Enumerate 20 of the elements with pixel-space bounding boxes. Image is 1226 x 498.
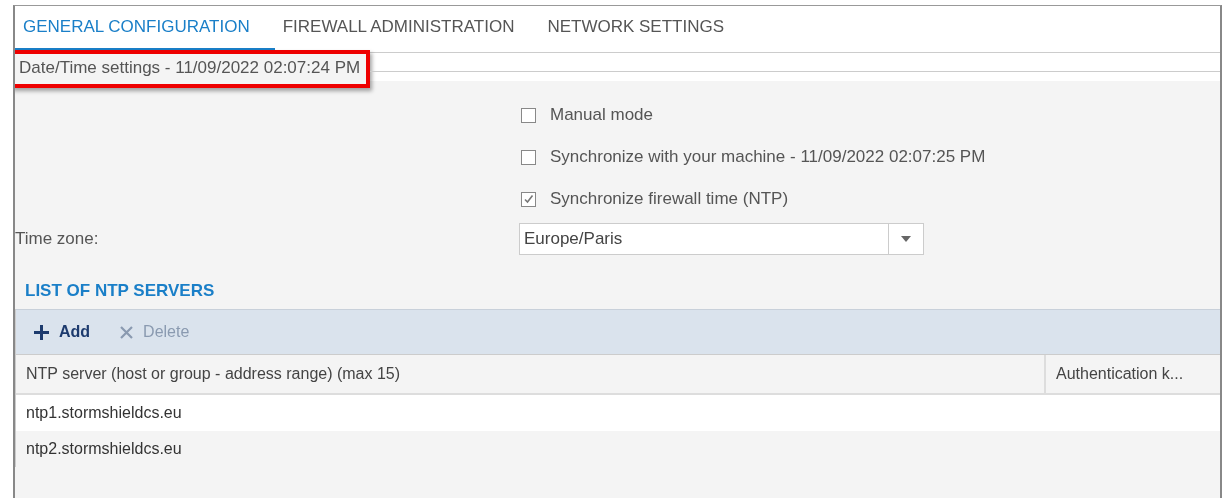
table-cell-text: ntp2.stormshieldcs.eu (25, 440, 182, 458)
caret-icon (901, 236, 911, 242)
close-icon (120, 325, 134, 339)
option-label: Synchronize with your machine - 11/09/2022 02:07:25 PM (550, 147, 986, 167)
table-cell-text: ntp1.stormshieldcs.eu (25, 404, 182, 422)
column-header[interactable]: Authentication k... (1044, 355, 1220, 393)
option-label: Synchronize firewall time (NTP) (550, 189, 789, 209)
plus-icon (34, 324, 49, 340)
column-header[interactable]: NTP server (host or group - address range) (max 15) (16, 355, 1044, 393)
add-button[interactable]: Add (34, 323, 91, 341)
option-label: Manual mode (550, 105, 653, 125)
time-zone-label: Time zone: (15, 229, 100, 249)
tab[interactable]: FIREWALL ADMINISTRATION (274, 6, 540, 52)
list-title: LIST OF NTP SERVERS (24, 280, 216, 302)
tab[interactable]: NETWORK SETTINGS (539, 6, 750, 52)
checkbox[interactable] (521, 191, 536, 207)
section-title: Date/Time settings - 11/09/2022 02:07:24 PM (15, 50, 371, 88)
time-zone-select[interactable]: Europe/Paris (519, 223, 924, 255)
checkbox[interactable] (521, 149, 536, 165)
checkbox[interactable] (521, 107, 536, 123)
